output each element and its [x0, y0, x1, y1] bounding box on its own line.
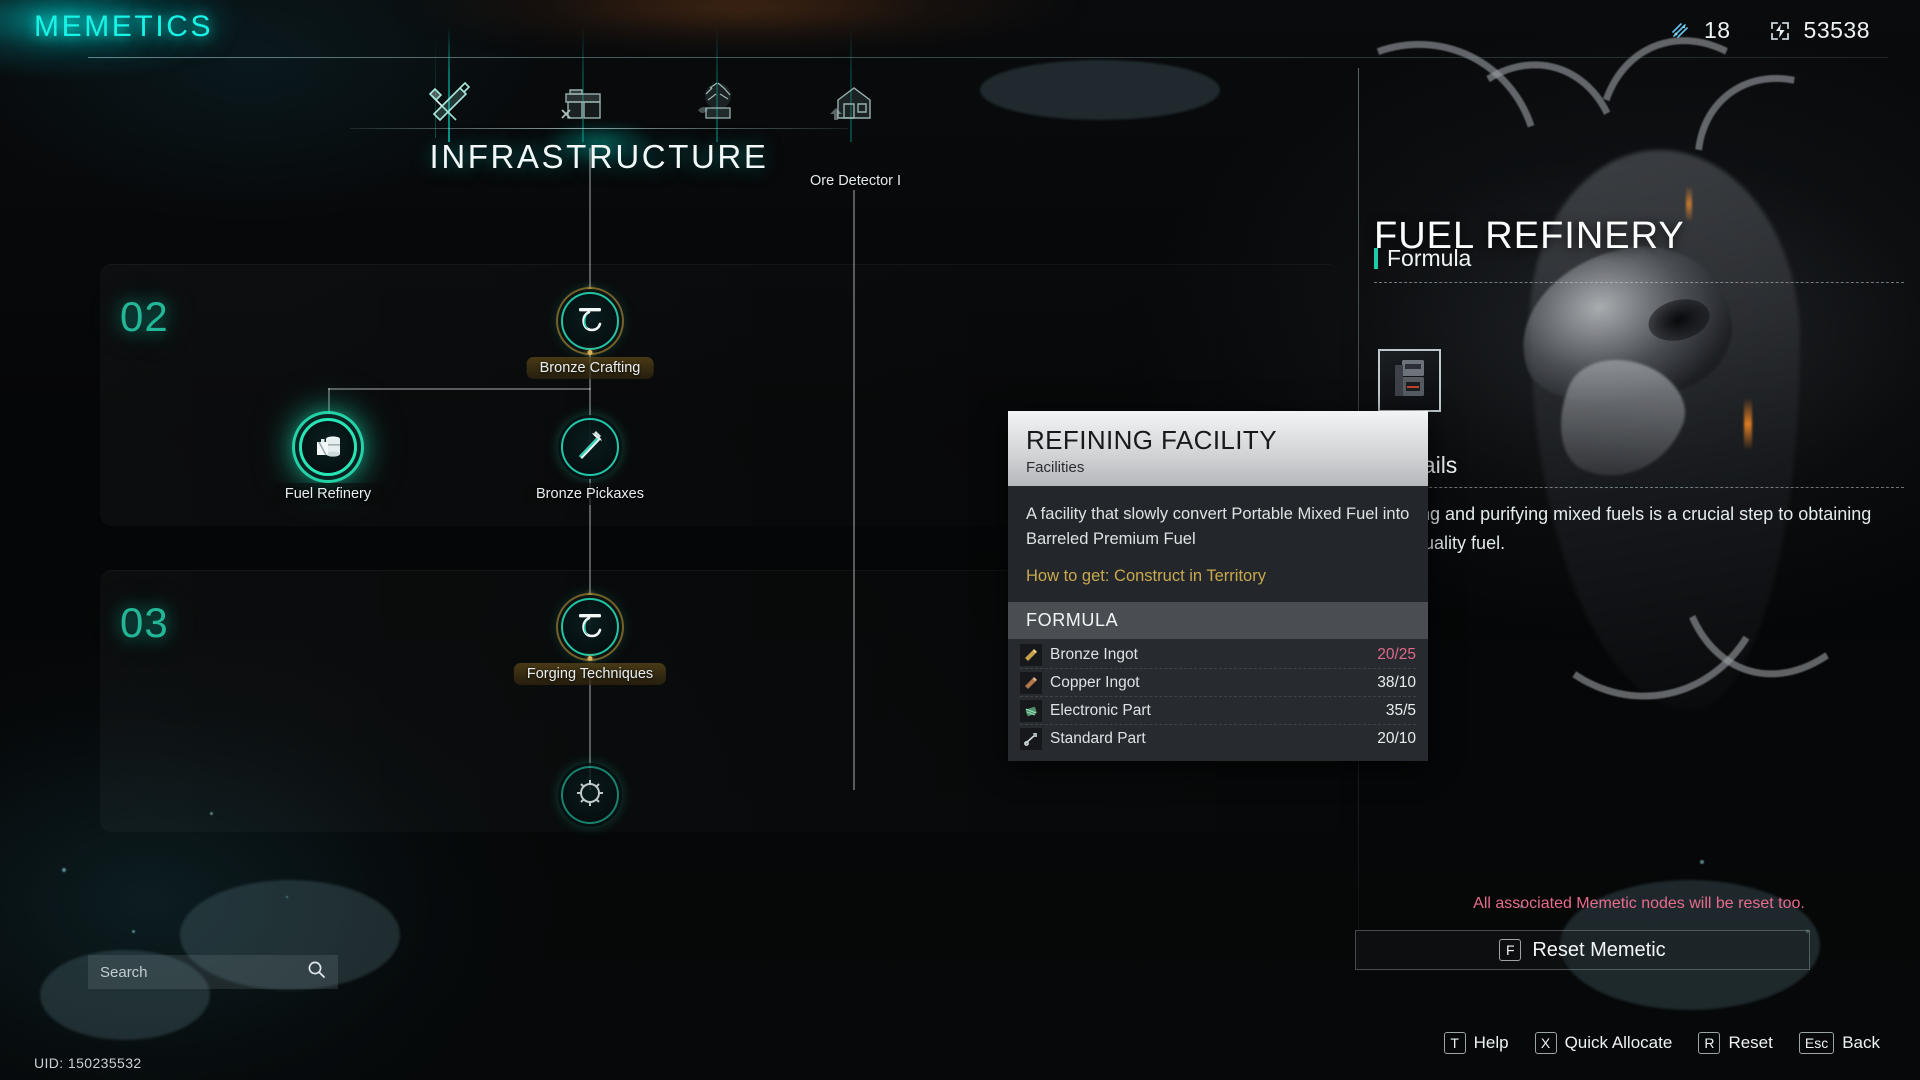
search-icon[interactable] [307, 960, 326, 984]
formula-item-name: Bronze Ingot [1050, 645, 1138, 663]
tooltip-formula-list: Bronze Ingot 20/25 Copper Ingot 38/10 El… [1008, 639, 1428, 761]
node-icon-ring[interactable] [561, 766, 619, 824]
tab-workbench[interactable] [554, 26, 612, 142]
node-connector-dot [587, 656, 593, 661]
node-label: Bronze Crafting [526, 357, 654, 379]
details-rule [1374, 487, 1904, 488]
node-label: Bronze Pickaxes [523, 483, 657, 505]
tooltip-body: A facility that slowly convert Portable … [1008, 486, 1428, 602]
formula-heading-text: Formula [1387, 245, 1472, 271]
hint-label: Back [1842, 1033, 1880, 1052]
gear-icon [573, 776, 607, 815]
key-badge: R [1698, 1032, 1721, 1054]
hint-back[interactable]: Esc Back [1798, 1032, 1880, 1054]
key-badge: X [1534, 1032, 1557, 1054]
tier-label-02: 02 [120, 293, 169, 340]
formula-item-name: Copper Ingot [1050, 673, 1140, 691]
formula-item-qty: 20/10 [1377, 730, 1416, 747]
uid-text: UID: 150235532 [34, 1055, 142, 1071]
edge-top-spine [589, 148, 591, 288]
formula-row: Copper Ingot 38/10 [1020, 669, 1416, 697]
tab-tools[interactable] [420, 26, 478, 142]
hint-label: Reset [1728, 1033, 1773, 1052]
tooltip-header: REFINING FACILITY Facilities [1008, 411, 1428, 486]
reset-memetic-button[interactable]: F Reset Memetic [1355, 930, 1810, 970]
hint-quick-allocate[interactable]: X Quick Allocate [1534, 1032, 1673, 1054]
detail-body-text: Refining and purifying mixed fuels is a … [1374, 504, 1872, 553]
forge-icon [572, 301, 608, 342]
key-badge: Esc [1798, 1032, 1835, 1054]
copper-ingot-icon [1020, 671, 1042, 694]
tooltip-subtitle: Facilities [1026, 459, 1085, 476]
tooltip-description: A facility that slowly convert Portable … [1026, 505, 1410, 548]
floating-label-ore-detector: Ore Detector I [810, 173, 902, 189]
page-title: MEMETICS [34, 10, 214, 43]
accent-bar [1374, 248, 1378, 269]
edge-ore-detector [853, 190, 855, 790]
pickaxe-icon [572, 427, 608, 468]
tooltip-formula-heading: FORMULA [1008, 602, 1428, 639]
hint-reset[interactable]: R Reset [1698, 1032, 1773, 1054]
search-input[interactable] [100, 963, 307, 981]
tier-label-03: 03 [120, 599, 169, 646]
item-tooltip: REFINING FACILITY Facilities A facility … [1008, 411, 1428, 761]
node-label: Forging Techniques [513, 663, 667, 685]
node-icon-ring[interactable] [561, 292, 619, 350]
formula-item-name: Electronic Part [1050, 701, 1151, 719]
bronze-ingot-icon [1020, 643, 1042, 666]
detail-panel: FUEL REFINERY Formula Details Refining a… [1355, 0, 1920, 1080]
formula-item-thumbnail[interactable] [1378, 349, 1441, 412]
category-tabs [420, 26, 940, 142]
edge-branch-h [328, 388, 591, 390]
reset-warning-text: All associated Memetic nodes will be res… [1473, 895, 1805, 912]
formula-item-qty: 38/10 [1377, 673, 1416, 691]
reset-key-badge: F [1499, 939, 1522, 961]
formula-item-name: Standard Part [1050, 730, 1146, 747]
search-box[interactable] [88, 955, 338, 989]
key-badge: T [1443, 1032, 1466, 1054]
electronic-part-icon [1020, 699, 1042, 722]
formula-row: Standard Part 20/10 [1020, 725, 1416, 753]
hint-label: Help [1473, 1033, 1509, 1052]
formula-row: Bronze Ingot 20/25 [1020, 641, 1416, 669]
tab-construction[interactable] [822, 26, 880, 142]
standard-part-icon [1020, 728, 1042, 750]
formula-rule [1374, 282, 1904, 283]
reset-button-label: Reset Memetic [1532, 938, 1666, 961]
formula-item-qty: 35/5 [1385, 701, 1416, 719]
tooltip-how-to-get: How to get: Construct in Territory [1026, 567, 1266, 585]
node-label: Fuel Refinery [271, 483, 385, 505]
node-connector-dot [587, 350, 593, 355]
tooltip-title: REFINING FACILITY [1026, 425, 1277, 455]
formula-heading: Formula [1374, 245, 1471, 272]
node-icon-ring[interactable] [299, 418, 357, 476]
forge-icon [572, 607, 608, 648]
formula-item-qty: 20/25 [1377, 645, 1416, 663]
hint-label: Quick Allocate [1564, 1033, 1673, 1052]
refining-facility-icon [1389, 355, 1431, 406]
node-icon-ring[interactable] [561, 418, 619, 476]
key-hints-bar: T Help X Quick Allocate R Reset Esc Back [1358, 1032, 1898, 1054]
tab-agriculture[interactable] [688, 26, 746, 142]
formula-row: Electronic Part 35/5 [1020, 697, 1416, 725]
node-icon-ring[interactable] [561, 598, 619, 656]
barrel-icon [310, 427, 346, 468]
hint-help[interactable]: T Help [1443, 1032, 1509, 1054]
